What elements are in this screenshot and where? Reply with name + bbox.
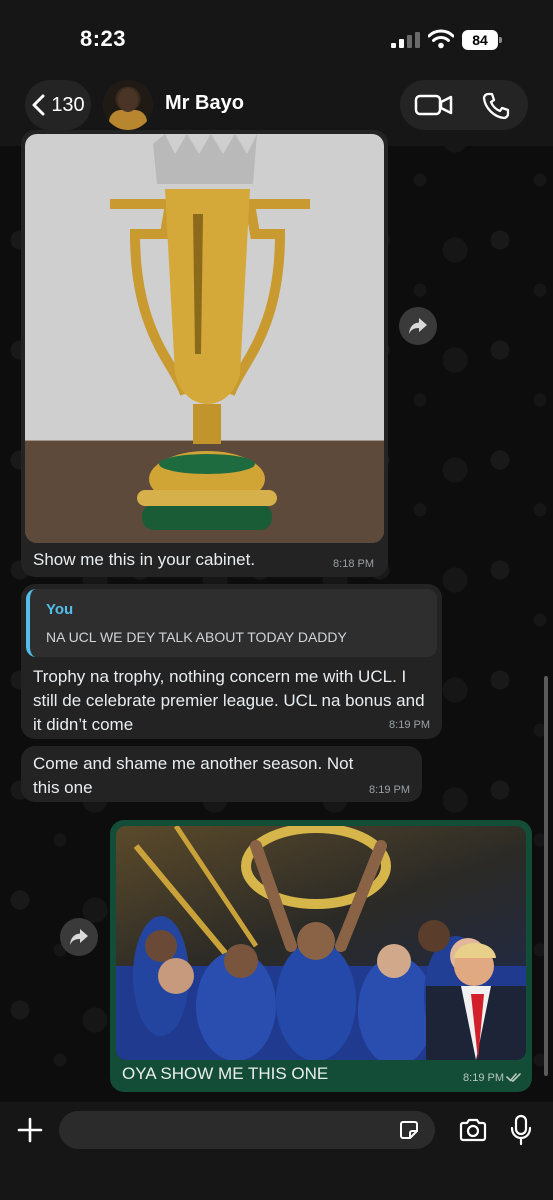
microphone-icon[interactable] [510, 1114, 532, 1146]
incoming-reply-message[interactable]: You NA UCL WE DEY TALK ABOUT TODAY DADDY… [21, 584, 442, 739]
double-check-icon [506, 1073, 521, 1082]
trophy-illustration [25, 134, 384, 543]
message-time: 8:19 PM [463, 1072, 504, 1084]
status-bar: 8:23 84 [0, 0, 553, 78]
camera-icon[interactable] [458, 1117, 488, 1143]
sticker-icon[interactable] [398, 1119, 420, 1141]
battery-cap [499, 37, 502, 43]
celebration-illustration [116, 826, 526, 1060]
quoted-text: NA UCL WE DEY TALK ABOUT TODAY DADDY [46, 629, 347, 645]
forward-icon [409, 318, 427, 334]
back-button[interactable]: 130 [25, 80, 91, 130]
message-text: Come and shame me another season. Not th… [33, 754, 354, 797]
outgoing-image-message[interactable]: OYA SHOW ME THIS ONE 8:19 PM [110, 820, 532, 1092]
avatar-head [118, 88, 138, 112]
forward-button[interactable] [60, 918, 98, 956]
message-text: Trophy na trophy, nothing concern me wit… [33, 667, 425, 734]
scrollbar[interactable] [544, 676, 548, 1076]
message-input[interactable] [59, 1111, 435, 1149]
call-actions [400, 80, 528, 130]
message-caption: Show me this in your cabinet. [33, 550, 256, 569]
avatar-shirt [109, 110, 147, 130]
phone-icon[interactable] [480, 90, 512, 122]
video-camera-icon[interactable] [414, 91, 454, 119]
forward-icon [70, 929, 88, 945]
incoming-text-message[interactable]: Come and shame me another season. Not th… [21, 746, 422, 802]
quoted-author: You [46, 601, 74, 618]
unread-count: 130 [51, 93, 85, 116]
clock: 8:23 [80, 26, 127, 51]
contact-name[interactable]: Mr Bayo [165, 92, 244, 115]
battery-indicator: 84 [462, 30, 502, 50]
chevron-left-icon [32, 94, 45, 116]
message-caption: OYA SHOW ME THIS ONE [122, 1064, 329, 1083]
incoming-image-message[interactable]: Show me this in your cabinet. 8:18 PM [21, 130, 388, 577]
message-composer [0, 1102, 553, 1200]
celebration-photo[interactable] [116, 826, 526, 1060]
plus-icon[interactable] [16, 1116, 44, 1144]
signal-icon [391, 32, 420, 48]
quoted-message[interactable]: You NA UCL WE DEY TALK ABOUT TODAY DADDY [26, 589, 437, 657]
message-time: 8:19 PM [389, 719, 430, 731]
battery-level: 84 [462, 30, 498, 50]
message-time: 8:19 PM [369, 784, 410, 796]
forward-button[interactable] [399, 307, 437, 345]
avatar[interactable] [103, 80, 153, 130]
message-time: 8:18 PM [333, 558, 374, 570]
trophy-photo[interactable] [25, 134, 384, 543]
wifi-icon [428, 29, 454, 49]
